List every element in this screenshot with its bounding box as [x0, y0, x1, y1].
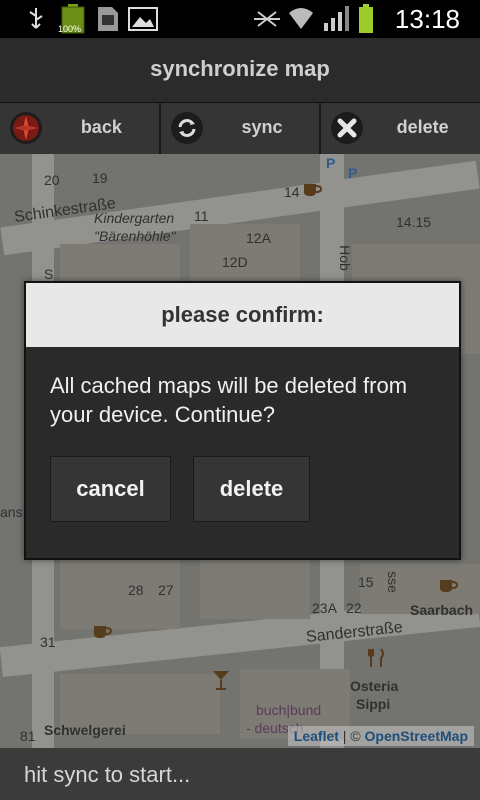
map-attribution: Leaflet | © OpenStreetMap	[287, 726, 474, 746]
battery-percent-label: 100%	[58, 24, 82, 34]
dialog-title: please confirm:	[26, 283, 459, 347]
status-time: 13:18	[394, 4, 460, 34]
wifi-icon	[288, 5, 314, 36]
sdcard-icon	[96, 5, 120, 38]
gallery-icon	[128, 7, 158, 36]
sync-button[interactable]: sync	[160, 103, 322, 154]
status-bar: 100% 13:18	[0, 0, 480, 38]
status-footer: hit sync to start...	[0, 748, 480, 800]
delete-toolbar-button[interactable]: delete	[321, 103, 480, 154]
leaflet-link[interactable]: Leaflet	[294, 728, 339, 744]
close-icon	[331, 112, 364, 144]
mute-icon	[252, 8, 282, 35]
compass-icon	[10, 112, 42, 144]
sync-button-label: sync	[241, 117, 283, 137]
page-title: synchronize map	[150, 56, 330, 81]
title-bar: synchronize map	[0, 38, 480, 103]
signal-icon	[322, 5, 350, 36]
confirm-dialog: please confirm: All cached maps will be …	[24, 281, 461, 560]
sync-icon	[170, 112, 203, 144]
back-button-label: back	[80, 117, 122, 137]
battery-icon	[358, 4, 374, 39]
openstreetmap-link[interactable]: OpenStreetMap	[365, 728, 468, 744]
dialog-message: All cached maps will be deleted from you…	[50, 373, 408, 427]
delete-toolbar-button-label: delete	[396, 117, 449, 137]
delete-button[interactable]: delete	[193, 456, 310, 522]
back-button[interactable]: back	[0, 103, 161, 154]
toolbar: back sync delete	[0, 103, 480, 154]
status-message: hit sync to start...	[24, 762, 191, 787]
usb-icon	[26, 6, 46, 37]
attribution-separator: | ©	[342, 728, 361, 744]
cancel-button[interactable]: cancel	[50, 456, 171, 522]
